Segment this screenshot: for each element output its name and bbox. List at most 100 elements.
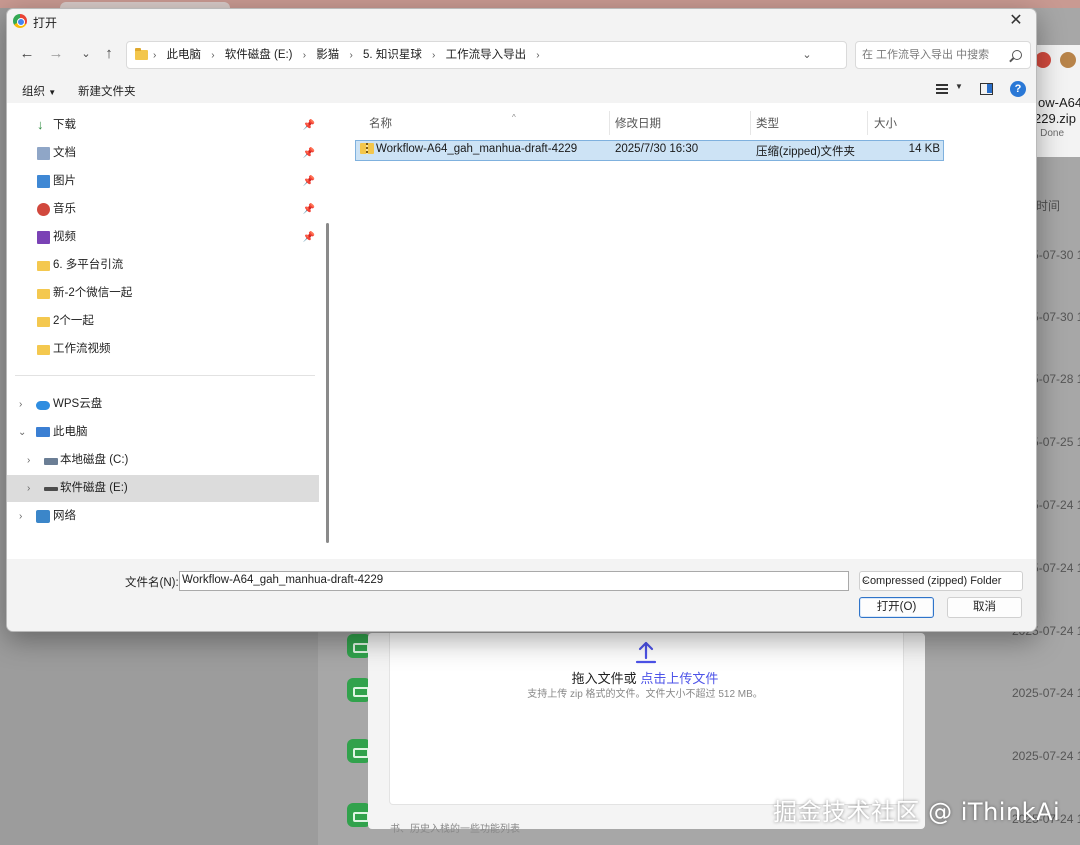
breadcrumb-item[interactable]: 5. 知识星球 — [363, 49, 422, 61]
time-column-header: 时间 — [1036, 199, 1061, 213]
nav-item-label: 6. 多平台引流 — [53, 259, 124, 271]
download-icon: ↓ — [37, 117, 44, 132]
chevron-right-icon[interactable]: › — [27, 447, 30, 474]
preview-pane-icon[interactable] — [980, 83, 993, 95]
search-input[interactable] — [862, 47, 1006, 63]
breadcrumb-separator[interactable]: › — [303, 50, 306, 61]
breadcrumb-separator[interactable]: › — [432, 50, 435, 61]
nav-item-label: 2个一起 — [53, 315, 94, 327]
column-header-label: 名称 — [369, 118, 392, 130]
column-divider[interactable] — [609, 111, 610, 135]
organize-button[interactable]: 组织 ▼ — [22, 83, 56, 99]
column-header-type[interactable]: 类型 — [756, 111, 779, 137]
chevron-right-icon[interactable]: › — [27, 475, 30, 502]
breadcrumb-separator[interactable]: › — [536, 50, 539, 61]
recent-locations-icon[interactable]: ⌄ — [74, 43, 98, 65]
pin-icon[interactable]: 📌 — [303, 168, 315, 195]
nav-scrollbar-thumb[interactable] — [326, 223, 329, 543]
back-arrow-icon[interactable]: ← — [15, 43, 39, 65]
nav-item-folder[interactable]: 6. 多平台引流 — [7, 252, 319, 279]
chevron-down-icon[interactable]: ⌄ — [18, 419, 26, 446]
breadcrumb-item[interactable]: 影猫 — [316, 49, 339, 61]
forward-arrow-icon[interactable]: → — [44, 43, 68, 65]
pin-icon[interactable]: 📌 — [303, 140, 315, 167]
view-list-icon[interactable] — [936, 84, 948, 96]
file-size: 14 KB — [908, 143, 940, 155]
nav-item-label: 此电脑 — [53, 426, 88, 438]
nav-item-label: 图片 — [53, 175, 76, 187]
nav-item-folder[interactable]: 工作流视频 — [7, 336, 319, 363]
folder-icon — [37, 317, 50, 327]
nav-item-label: 软件磁盘 (E:) — [60, 482, 128, 494]
download-status: - Done — [1034, 128, 1065, 139]
nav-item-folder[interactable]: 2个一起 — [7, 308, 319, 335]
disk-icon — [44, 487, 58, 491]
address-dropdown-icon[interactable]: ⌄ — [798, 45, 816, 65]
nav-item-label: 工作流视频 — [53, 343, 111, 355]
open-button[interactable]: 打开(O) — [859, 597, 934, 618]
sort-ascending-icon: ^ — [512, 113, 516, 122]
file-row[interactable]: Workflow-A64_gah_manhua-draft-4229 2025/… — [355, 140, 944, 161]
nav-item-pictures[interactable]: 图片 📌 — [7, 168, 319, 195]
breadcrumb-item[interactable]: 工作流导入导出 — [446, 49, 527, 61]
nav-item-network[interactable]: › 网络 — [7, 503, 319, 530]
nav-item-music[interactable]: 音乐 📌 — [7, 196, 319, 223]
column-header-date[interactable]: 修改日期 — [615, 111, 661, 137]
chevron-right-icon[interactable]: › — [19, 391, 22, 418]
pin-icon[interactable]: 📌 — [303, 224, 315, 251]
address-bar[interactable]: › 此电脑 › 软件磁盘 (E:) › 影猫 › 5. 知识星球 › 工作流导入… — [126, 41, 872, 69]
folder-icon — [135, 48, 148, 60]
pin-icon[interactable]: 📌 — [303, 112, 315, 139]
cancel-button[interactable]: 取消 — [947, 597, 1022, 618]
chevron-down-icon: ▼ — [48, 88, 57, 97]
dialog-title: 打开 — [33, 16, 58, 30]
picture-icon — [37, 175, 50, 188]
close-button[interactable]: ✕ — [1004, 11, 1028, 31]
nav-item-this-pc[interactable]: ⌄ 此电脑 — [7, 419, 319, 446]
nav-item-videos[interactable]: 视频 📌 — [7, 224, 319, 251]
disk-icon — [44, 458, 58, 465]
new-folder-button[interactable]: 新建文件夹 — [78, 83, 136, 99]
column-divider[interactable] — [750, 111, 751, 135]
organize-label: 组织 — [22, 86, 45, 98]
filename-field[interactable]: Workflow-A64_gah_manhua-draft-4229 ⌄ — [179, 571, 849, 591]
file-date: 2025/7/30 16:30 — [615, 143, 699, 155]
file-type: 压缩(zipped)文件夹 — [756, 146, 856, 158]
search-box[interactable] — [855, 41, 1031, 69]
nav-item-downloads[interactable]: ↓ 下载 📌 — [7, 112, 319, 139]
pin-icon[interactable]: 📌 — [303, 196, 315, 223]
file-list: 名称 ^ 修改日期 类型 大小 Workflow-A64_gah_manhua-… — [339, 103, 1036, 559]
breadcrumb-separator[interactable]: › — [349, 50, 352, 61]
view-dropdown-icon[interactable]: ▼ — [955, 82, 963, 91]
nav-item-drive-e[interactable]: › 软件磁盘 (E:) — [7, 475, 319, 502]
computer-icon — [36, 427, 50, 437]
breadcrumb-separator[interactable]: › — [211, 50, 214, 61]
cookie-icon[interactable] — [1060, 52, 1076, 68]
up-arrow-icon[interactable]: ↑ — [97, 43, 121, 65]
breadcrumb-item[interactable]: 此电脑 — [167, 49, 202, 61]
nav-item-label: 文档 — [53, 147, 76, 159]
help-icon[interactable]: ? — [1010, 81, 1026, 97]
nav-item-drive-c[interactable]: › 本地磁盘 (C:) — [7, 447, 319, 474]
dialog-titlebar[interactable]: 打开 ✕ — [7, 9, 1036, 33]
folder-icon — [37, 345, 50, 355]
upload-drag-text: 拖入文件或 — [571, 671, 637, 686]
column-divider[interactable] — [867, 111, 868, 135]
chevron-right-icon[interactable]: › — [19, 503, 22, 530]
download-filename-continued: 229.zip — [1034, 111, 1076, 126]
chevron-down-icon[interactable]: ⌄ — [182, 574, 194, 585]
breadcrumb-item[interactable]: 软件磁盘 (E:) — [225, 49, 293, 61]
watermark: 掘金技术社区 @ iThinkAi — [773, 798, 1061, 826]
filetype-select[interactable]: Compressed (zipped) Folder ⌄ — [859, 571, 1023, 591]
nav-item-documents[interactable]: 文档 📌 — [7, 140, 319, 167]
column-header-size[interactable]: 大小 — [874, 111, 897, 137]
extension-icon[interactable] — [1035, 52, 1051, 68]
navigation-bar: ← → ⌄ ↑ › 此电脑 › 软件磁盘 (E:) › 影猫 › 5. 知识星球… — [7, 37, 1036, 71]
upload-click-link[interactable]: 点击上传文件 — [640, 671, 718, 686]
upload-icon — [635, 641, 657, 664]
nav-item-folder[interactable]: 新-2个微信一起 — [7, 280, 319, 307]
search-icon[interactable] — [1012, 50, 1022, 60]
column-header-name[interactable]: 名称 ^ — [369, 111, 516, 137]
nav-item-wps-cloud[interactable]: › WPS云盘 — [7, 391, 319, 418]
video-icon — [37, 231, 50, 244]
